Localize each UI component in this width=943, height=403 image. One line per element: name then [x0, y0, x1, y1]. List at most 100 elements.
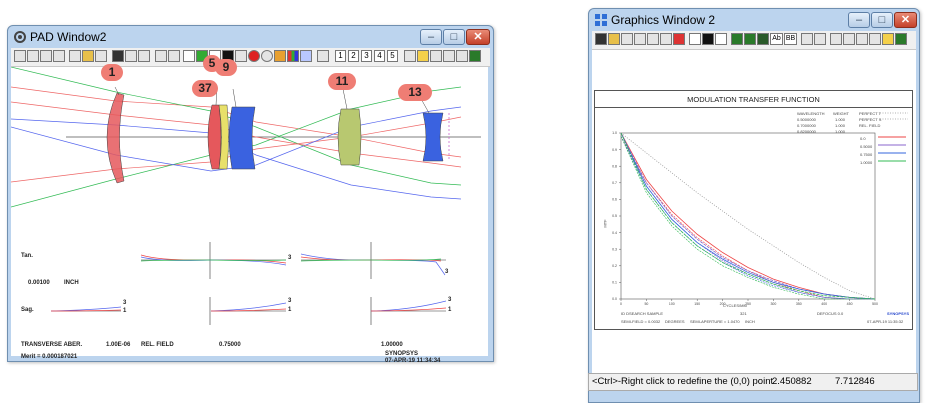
toolbar-tool-icon[interactable]: [261, 50, 273, 62]
status-message: <Ctrl>-Right click to redefine the (0,0)…: [592, 376, 774, 387]
toolbar-tool-icon[interactable]: [317, 50, 329, 62]
y-tick-label: 0.3: [612, 247, 617, 251]
toolbar-tool-icon[interactable]: [856, 33, 868, 45]
lens-element-11[interactable]: [337, 108, 362, 166]
pad-window: PAD Window2 – □ ✕ 1 2 3 4 5 1 5 37 9 11 …: [7, 25, 494, 364]
toolbar-tool-icon[interactable]: [443, 50, 455, 62]
toolbar-record-icon[interactable]: [248, 50, 260, 62]
pad-titlebar[interactable]: PAD Window2 – □ ✕: [8, 26, 493, 48]
toolbar-bars-icon[interactable]: [287, 50, 299, 62]
toolbar-number-3[interactable]: 3: [361, 50, 372, 62]
y-tick-label: 0.7: [612, 181, 617, 185]
toolbar-zoom-icon[interactable]: [621, 33, 633, 45]
toolbar-print-icon[interactable]: [634, 33, 646, 45]
y-tick-label: 0.8: [612, 164, 617, 168]
lens-element-9[interactable]: [228, 106, 256, 170]
toolbar-tool-icon[interactable]: [469, 50, 481, 62]
curve-label: 1: [123, 308, 127, 314]
y-tick-label: 0.0: [612, 297, 617, 301]
x-tick-label: 100: [669, 302, 675, 306]
toolbar-tool-icon[interactable]: [673, 33, 685, 45]
toolbar-number-1[interactable]: 1: [335, 50, 346, 62]
curve-label: 1: [288, 307, 292, 313]
toolbar-zoom-in-icon[interactable]: [830, 33, 842, 45]
close-button[interactable]: ✕: [894, 12, 917, 28]
toolbar-tool-icon[interactable]: [757, 33, 769, 45]
graphics-window-title: Graphics Window 2: [611, 13, 716, 27]
curve-label: 3: [123, 300, 127, 306]
lens-element-13[interactable]: [422, 112, 444, 162]
toolbar-print-icon[interactable]: [69, 50, 81, 62]
pad-canvas[interactable]: 1 5 37 9 11 13 Tan. 3 3 0.00100 INCH Sag…: [11, 55, 488, 364]
footer-inch: INCH: [745, 319, 755, 324]
merit-value: Merit = 0.000187021: [21, 354, 78, 360]
toolbar-tool-icon[interactable]: [404, 50, 416, 62]
toolbar-text-button[interactable]: Ab: [770, 33, 783, 45]
toolbar-number-5[interactable]: 5: [387, 50, 398, 62]
toolbar-tool-icon[interactable]: [689, 33, 701, 45]
x-tick-label: 150: [694, 302, 700, 306]
surface-label-37[interactable]: 37: [192, 80, 218, 97]
y-tick-label: 0.9: [612, 148, 617, 152]
toolbar-tool-icon[interactable]: [744, 33, 756, 45]
toolbar-number-2[interactable]: 2: [348, 50, 359, 62]
toolbar-tool-icon[interactable]: [235, 50, 247, 62]
surface-label-9[interactable]: 9: [215, 59, 237, 76]
y-tick-label: 0.5: [612, 214, 617, 218]
toolbar-tool-icon[interactable]: [300, 50, 312, 62]
toolbar-bulb-icon[interactable]: [882, 33, 894, 45]
toolbar-tool-icon[interactable]: [274, 50, 286, 62]
x-tick-label: 50: [644, 302, 648, 306]
maximize-button[interactable]: □: [443, 29, 465, 45]
toolbar-tool-icon[interactable]: [702, 33, 714, 45]
toolbar-tool-icon[interactable]: [715, 33, 727, 45]
toolbar-tool-icon[interactable]: [27, 50, 39, 62]
toolbar-tool-icon[interactable]: [95, 50, 107, 62]
toolbar-tool-icon[interactable]: [869, 33, 881, 45]
lens-element-3[interactable]: [207, 104, 222, 170]
toolbar-dots-icon[interactable]: [183, 50, 195, 62]
toolbar-tool-icon[interactable]: [112, 50, 124, 62]
close-button[interactable]: ✕: [466, 29, 490, 45]
toolbar-text-button[interactable]: BB: [784, 33, 797, 45]
toolbar-tool-icon[interactable]: [155, 50, 167, 62]
surface-label-1[interactable]: 1: [101, 64, 123, 81]
toolbar-tool-icon[interactable]: [660, 33, 672, 45]
field-full-value: 1.00000: [381, 342, 403, 348]
toolbar-tool-icon[interactable]: [814, 33, 826, 45]
toolbar-undo-icon[interactable]: [40, 50, 52, 62]
pad-window-title: PAD Window2: [30, 30, 107, 44]
curve-label: 1: [448, 307, 452, 313]
mtf-chart: MODULATION TRANSFER FUNCTION WAVELENGTH …: [594, 90, 913, 330]
maximize-button[interactable]: □: [871, 12, 893, 28]
toolbar-tool-icon[interactable]: [14, 50, 26, 62]
toolbar-save-icon[interactable]: [595, 33, 607, 45]
curve-label: 3: [288, 255, 292, 261]
toolbar-bulb-icon[interactable]: [417, 50, 429, 62]
surface-label-13[interactable]: 13: [398, 84, 432, 101]
pad-datetime: 07-APR-19 11:34:34: [385, 358, 441, 364]
toolbar-tool-icon[interactable]: [731, 33, 743, 45]
toolbar-tool-icon[interactable]: [168, 50, 180, 62]
toolbar-tool-icon[interactable]: [125, 50, 137, 62]
toolbar-redo-icon[interactable]: [53, 50, 65, 62]
toolbar-open-icon[interactable]: [608, 33, 620, 45]
toolbar-tool-icon[interactable]: [647, 33, 659, 45]
surface-label-11[interactable]: 11: [328, 73, 356, 90]
minimize-button[interactable]: –: [420, 29, 442, 45]
scale-value: 1.00E-06: [106, 342, 131, 348]
minimize-button[interactable]: –: [848, 12, 870, 28]
curve-label: 3: [448, 297, 452, 303]
toolbar-tool-icon[interactable]: [895, 33, 907, 45]
toolbar-up-arrow-icon[interactable]: [430, 50, 442, 62]
toolbar-tool-icon[interactable]: [82, 50, 94, 62]
pad-app-icon: [14, 31, 26, 43]
curve-label: 3: [288, 298, 292, 304]
toolbar-grid-icon[interactable]: [801, 33, 813, 45]
toolbar-zoom-out-icon[interactable]: [843, 33, 855, 45]
toolbar-tool-icon[interactable]: [456, 50, 468, 62]
toolbar-number-4[interactable]: 4: [374, 50, 385, 62]
graphics-titlebar[interactable]: Graphics Window 2 – □ ✕: [589, 9, 919, 31]
graphics-toolbar: Ab BB: [592, 31, 916, 50]
toolbar-tool-icon[interactable]: [138, 50, 150, 62]
